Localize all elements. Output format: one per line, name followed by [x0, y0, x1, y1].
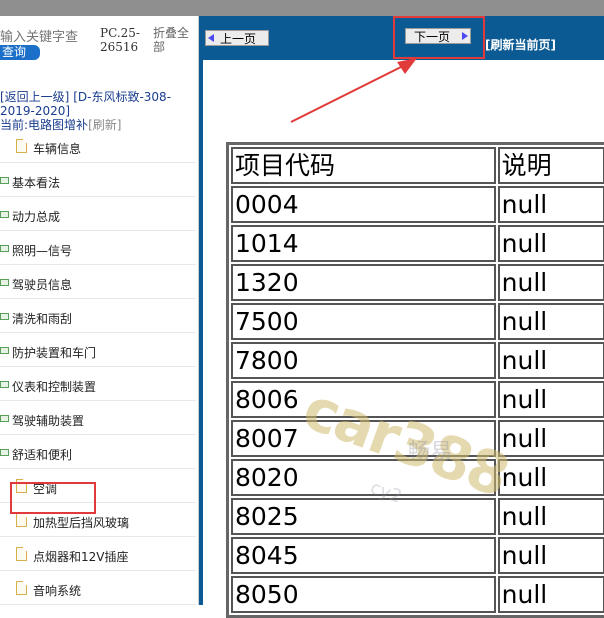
- current-prefix: 当前:: [0, 118, 29, 132]
- col-header-code: 项目代码: [231, 147, 496, 184]
- tree-item-label: 动力总成: [12, 210, 61, 224]
- breadcrumb: [返回上一级] [D-东风标致-308-2019-2020] 当前:电路图增补[…: [0, 90, 196, 132]
- tree-item-label: 加热型后挡风玻璃: [33, 516, 130, 530]
- cell-code: 8025: [231, 498, 496, 535]
- refresh-link[interactable]: [刷新]: [88, 118, 121, 132]
- top-strip: [0, 0, 604, 16]
- cell-code: 8050: [231, 576, 496, 613]
- table-row: 8007 null: [231, 420, 604, 457]
- table-row: 8050 null: [231, 576, 604, 613]
- table-row: 8006 null: [231, 381, 604, 418]
- tree-item[interactable]: 防护装置和车门: [0, 336, 196, 367]
- tree-item-label: 清洗和雨刮: [12, 312, 73, 326]
- table-row: 7800 null: [231, 342, 604, 379]
- code-table: 项目代码 说明 0004 null 1014 null 1320 null 7500 null…: [226, 142, 604, 618]
- folder-icon: [0, 347, 9, 354]
- selected-highlight-box: [10, 482, 96, 514]
- folder-icon: [0, 313, 9, 320]
- tree-item-label: 驾驶员信息: [12, 278, 73, 292]
- folder-icon: [0, 211, 9, 218]
- table-row: 7500 null: [231, 303, 604, 340]
- folder-icon: [0, 381, 9, 388]
- cell-desc: null: [497, 264, 604, 301]
- pointer-arrow: [290, 58, 417, 123]
- doc-icon: [16, 547, 27, 561]
- tree-item[interactable]: 照明—信号: [0, 234, 196, 265]
- folder-icon: [0, 177, 9, 184]
- cell-desc: null: [497, 342, 604, 379]
- cell-code: 8006: [231, 381, 496, 418]
- tree-item[interactable]: 驾驶员信息: [0, 268, 196, 299]
- cell-code: 1320: [231, 264, 496, 301]
- cell-code: 7500: [231, 303, 496, 340]
- current-value: 电路图增补: [28, 118, 89, 132]
- doc-icon: [16, 581, 27, 595]
- tree-item[interactable]: 驾驶辅助装置: [0, 404, 196, 435]
- cell-desc: null: [497, 537, 604, 574]
- cell-desc: null: [497, 498, 604, 535]
- cell-desc: null: [497, 576, 604, 613]
- cell-code: 8007: [231, 420, 496, 457]
- col-header-desc: 说明: [497, 147, 604, 184]
- table-row: 8025 null: [231, 498, 604, 535]
- tree-item[interactable]: 基本看法: [0, 166, 196, 197]
- fold-all-link[interactable]: 折叠全部: [153, 26, 195, 54]
- tree-item-label: 照明—信号: [12, 244, 73, 258]
- cell-desc: null: [497, 225, 604, 262]
- tree-item-label: 车辆信息: [33, 142, 82, 156]
- tree-item-label: 点烟器和12V插座: [33, 550, 129, 564]
- tree-item-label: 基本看法: [12, 176, 61, 190]
- table-row: 8045 null: [231, 537, 604, 574]
- cell-desc: null: [497, 186, 604, 223]
- cell-desc: null: [497, 420, 604, 457]
- tree-item[interactable]: 动力总成: [0, 200, 196, 231]
- tree-item-label: 音响系统: [33, 584, 82, 598]
- search-input[interactable]: [0, 28, 96, 46]
- tree-item-label: 防护装置和车门: [12, 346, 97, 360]
- tree-item-label: 驾驶辅助装置: [12, 414, 85, 428]
- folder-icon: [0, 279, 9, 286]
- left-panel: 查询 PC.25-26516 折叠全部 [返回上一级] [D-东风标致-308-…: [0, 16, 199, 605]
- cell-code: 8045: [231, 537, 496, 574]
- tree-item[interactable]: 音响系统: [0, 574, 196, 605]
- folder-icon: [0, 245, 9, 252]
- cell-desc: null: [497, 303, 604, 340]
- tree-item[interactable]: 仪表和控制装置: [0, 370, 196, 401]
- doc-icon: [16, 139, 27, 153]
- tree-item[interactable]: 车辆信息: [0, 132, 196, 163]
- doc-code: PC.25-26516: [100, 26, 140, 54]
- cell-code: 0004: [231, 186, 496, 223]
- tree-item[interactable]: 清洗和雨刮: [0, 302, 196, 333]
- cell-code: 7800: [231, 342, 496, 379]
- table-row: 1320 null: [231, 264, 604, 301]
- cell-code: 1014: [231, 225, 496, 262]
- cell-code: 8020: [231, 459, 496, 496]
- search-button[interactable]: 查询: [0, 45, 40, 60]
- table-header-row: 项目代码 说明: [231, 147, 604, 184]
- folder-icon: [0, 449, 9, 456]
- table-row: 0004 null: [231, 186, 604, 223]
- right-panel: 上一页 下一页 [刷新当前页] 项目代码 说明 0004 null 1014 null…: [199, 16, 604, 618]
- cell-desc: null: [497, 459, 604, 496]
- tree-item-label: 仪表和控制装置: [12, 380, 97, 394]
- folder-icon: [0, 415, 9, 422]
- tree-item[interactable]: 舒适和便利: [0, 438, 196, 469]
- table-row: 1014 null: [231, 225, 604, 262]
- doc-icon: [16, 513, 27, 527]
- table-row: 8020 null: [231, 459, 604, 496]
- cell-desc: null: [497, 381, 604, 418]
- back-link[interactable]: [返回上一级]: [0, 90, 69, 104]
- tree-item-label: 舒适和便利: [12, 448, 73, 462]
- tree-item[interactable]: 点烟器和12V插座: [0, 540, 196, 571]
